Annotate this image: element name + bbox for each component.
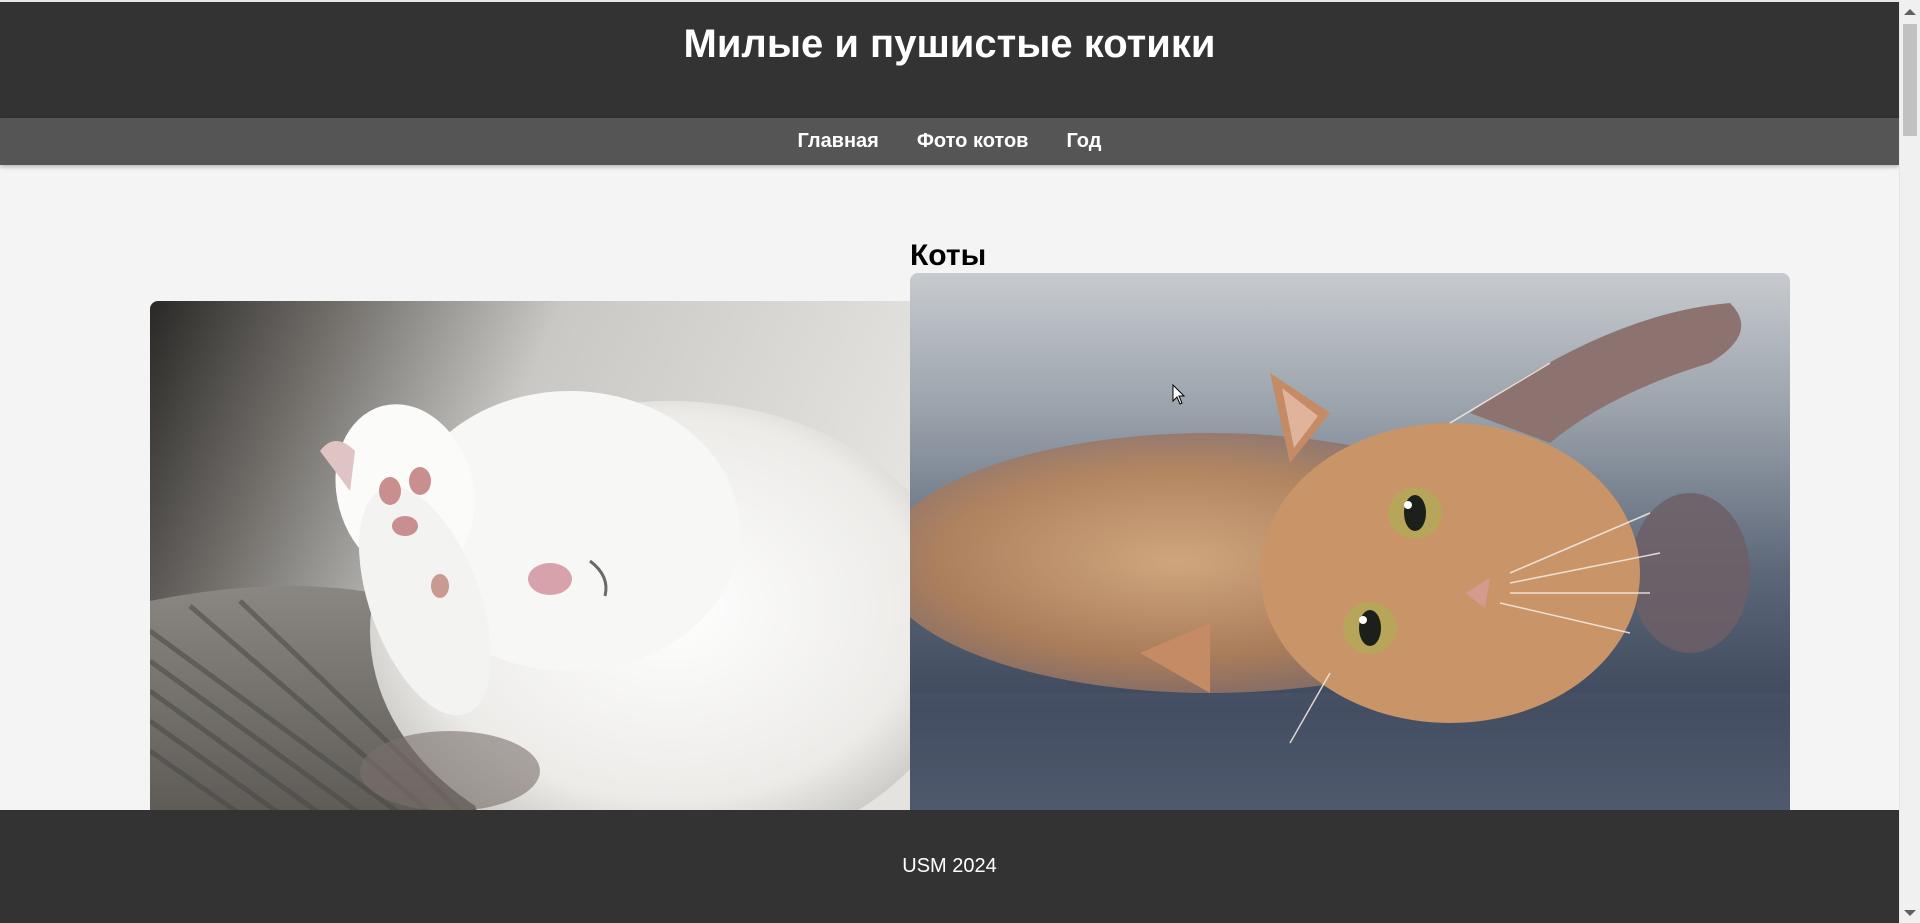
scroll-thumb[interactable] <box>1903 24 1917 136</box>
vertical-scrollbar[interactable] <box>1899 0 1920 923</box>
mouse-cursor-icon <box>1172 384 1186 405</box>
footer-text: USM 2024 <box>902 855 997 877</box>
nav-link-home[interactable]: Главная <box>798 130 879 152</box>
section-title: Коты <box>910 239 987 272</box>
ginger-cat-photo <box>910 273 1790 821</box>
site-header: Милые и пушистые котики <box>0 2 1899 118</box>
site-footer: USM 2024 <box>0 810 1899 923</box>
white-kitten-photo <box>150 301 910 821</box>
scroll-down-arrow-icon[interactable] <box>1904 910 1916 916</box>
scroll-up-arrow-icon[interactable] <box>1904 9 1916 15</box>
site-title: Милые и пушистые котики <box>683 22 1216 66</box>
nav-link-year[interactable]: Год <box>1066 130 1101 152</box>
nav-link-cat-photos[interactable]: Фото котов <box>917 130 1029 152</box>
main-nav: Главная Фото котов Год <box>0 118 1899 165</box>
nav-list: Главная Фото котов Год <box>798 118 1102 166</box>
page: Милые и пушистые котики Главная Фото кот… <box>0 0 1899 923</box>
